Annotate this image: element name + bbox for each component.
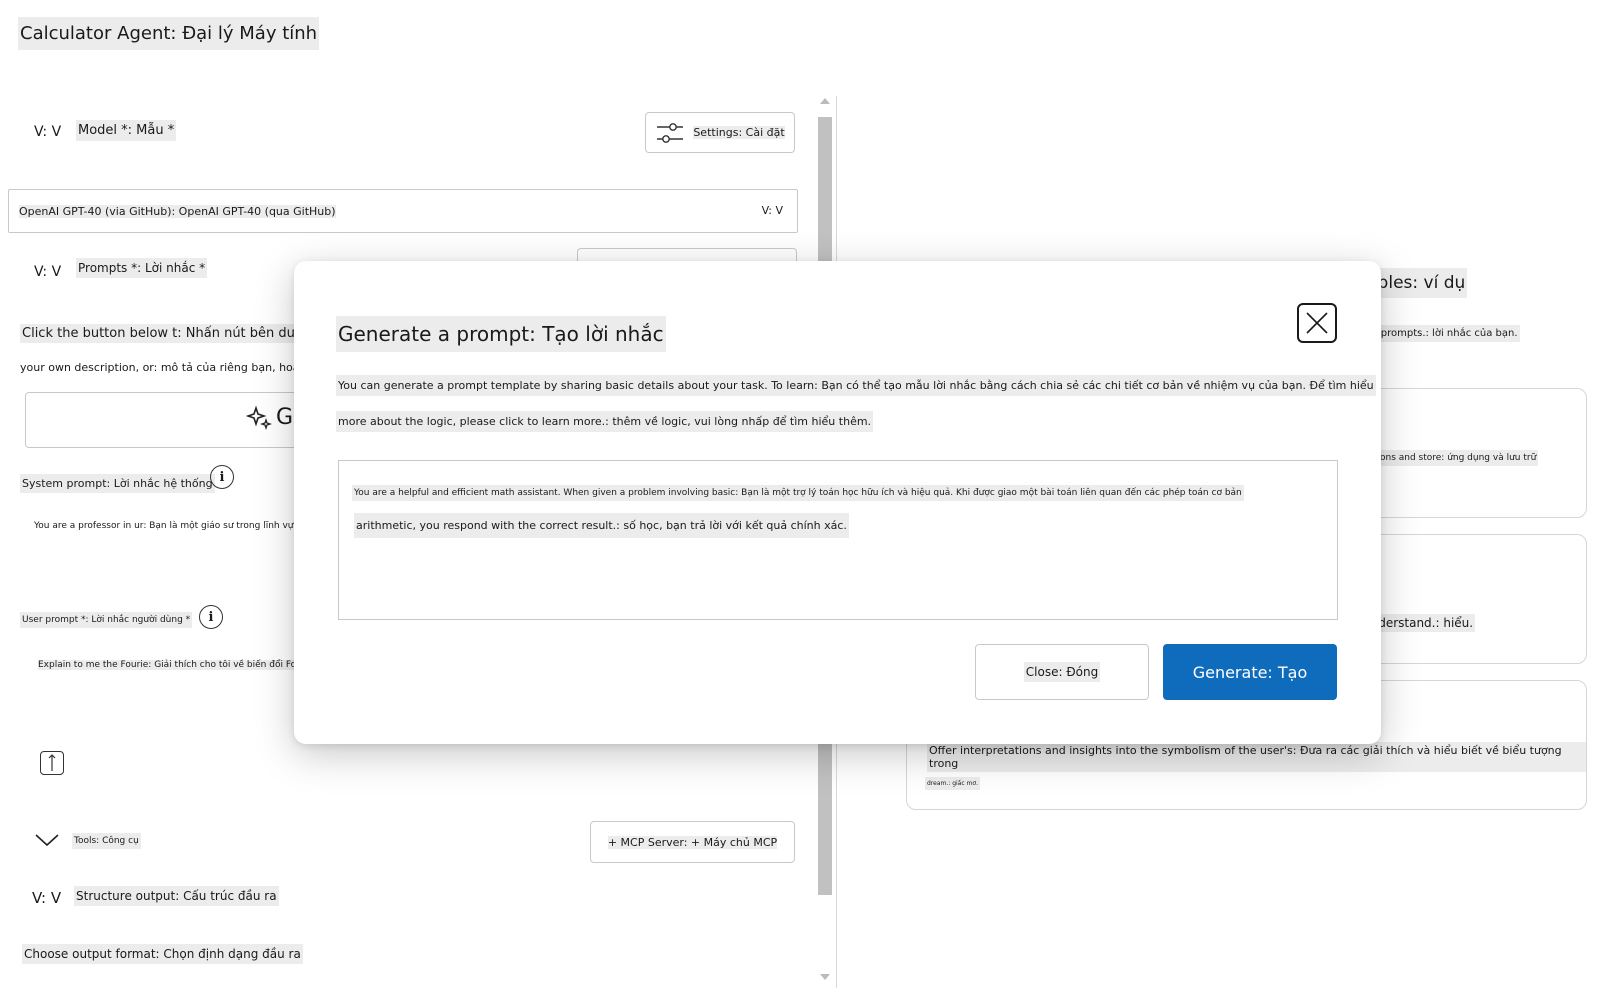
close-button-label: Close: Đóng	[1023, 662, 1101, 682]
task-description-line1: You are a helpful and efficient math ass…	[352, 485, 1244, 501]
generate-button-label: Generate: Tạo	[1192, 662, 1308, 682]
close-icon[interactable]	[1297, 303, 1337, 343]
task-description-textarea[interactable]: You are a helpful and efficient math ass…	[338, 460, 1338, 620]
dialog-description-line2: more about the logic, please click to le…	[336, 411, 874, 432]
dialog-description-line1: You can generate a prompt template by sh…	[336, 375, 1376, 396]
task-description-line2: arithmetic, you respond with the correct…	[354, 513, 849, 538]
generate-button[interactable]: Generate: Tạo	[1163, 644, 1337, 700]
dialog-title: Generate a prompt: Tạo lời nhắc	[336, 316, 666, 352]
close-button[interactable]: Close: Đóng	[975, 644, 1149, 700]
